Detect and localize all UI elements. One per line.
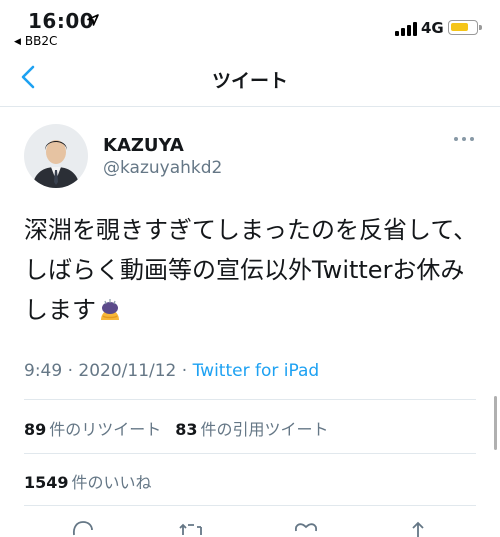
retweet-icon[interactable] (179, 519, 205, 537)
likes-stats: 1549 件のいいね (24, 469, 152, 493)
more-options-icon[interactable] (452, 135, 476, 143)
tweet-action-bar (0, 513, 500, 537)
divider (24, 399, 476, 400)
divider (24, 453, 476, 454)
likes-stat[interactable]: 1549 件のいいね (24, 473, 152, 492)
tweet-source-link[interactable]: Twitter for iPad (193, 361, 320, 381)
avatar-image (24, 124, 88, 188)
tweet-body: 深淵を覗きすぎてしまったのを反省して、しばらく動画等の宣伝以外Twitterお休… (24, 210, 480, 330)
person-bowing-emoji (101, 299, 119, 320)
engagement-stats: 89 件のリツイート 83 件の引用ツイート (24, 416, 329, 440)
quotes-label: 件の引用ツイート (200, 420, 329, 439)
author-handle[interactable]: @kazuyahkd2 (103, 158, 222, 178)
likes-count: 1549 (24, 473, 69, 492)
clock: 16:00 (28, 9, 95, 33)
quotes-stat[interactable]: 83 件の引用ツイート (175, 420, 328, 439)
battery-icon (448, 20, 482, 35)
like-icon[interactable] (293, 519, 319, 537)
author-name[interactable]: KAZUYA (103, 135, 184, 156)
avatar[interactable] (24, 124, 88, 188)
tweet-text: 深淵を覗きすぎてしまったのを反省して、しばらく動画等の宣伝以外Twitterお休… (24, 216, 478, 324)
retweets-count: 89 (24, 420, 47, 439)
back-app-label: BB2C (24, 34, 58, 48)
back-triangle-icon: ◀ (14, 37, 21, 47)
cellular-signal-icon (395, 22, 419, 36)
battery-fill (451, 23, 468, 31)
retweets-stat[interactable]: 89 件のリツイート (24, 420, 161, 439)
tweet-timestamp: 9:49 · 2020/11/12 · Twitter for iPad (24, 361, 319, 381)
quotes-count: 83 (175, 420, 198, 439)
nav-bar: ツイート (0, 50, 500, 107)
network-type: 4G (421, 19, 444, 37)
back-to-app-link[interactable]: ◀ BB2C (14, 34, 57, 48)
status-bar: 16:00 ◀ BB2C 4G (0, 0, 500, 50)
likes-label: 件のいいね (71, 473, 152, 492)
location-arrow-icon (87, 14, 99, 26)
page-title: ツイート (211, 70, 288, 92)
divider (24, 505, 476, 506)
share-icon[interactable] (405, 519, 431, 537)
reply-icon[interactable] (70, 519, 96, 537)
retweets-label: 件のリツイート (49, 420, 162, 439)
scrollbar[interactable] (494, 396, 497, 450)
tweet-time: 9:49 · 2020/11/12 · (24, 361, 193, 381)
